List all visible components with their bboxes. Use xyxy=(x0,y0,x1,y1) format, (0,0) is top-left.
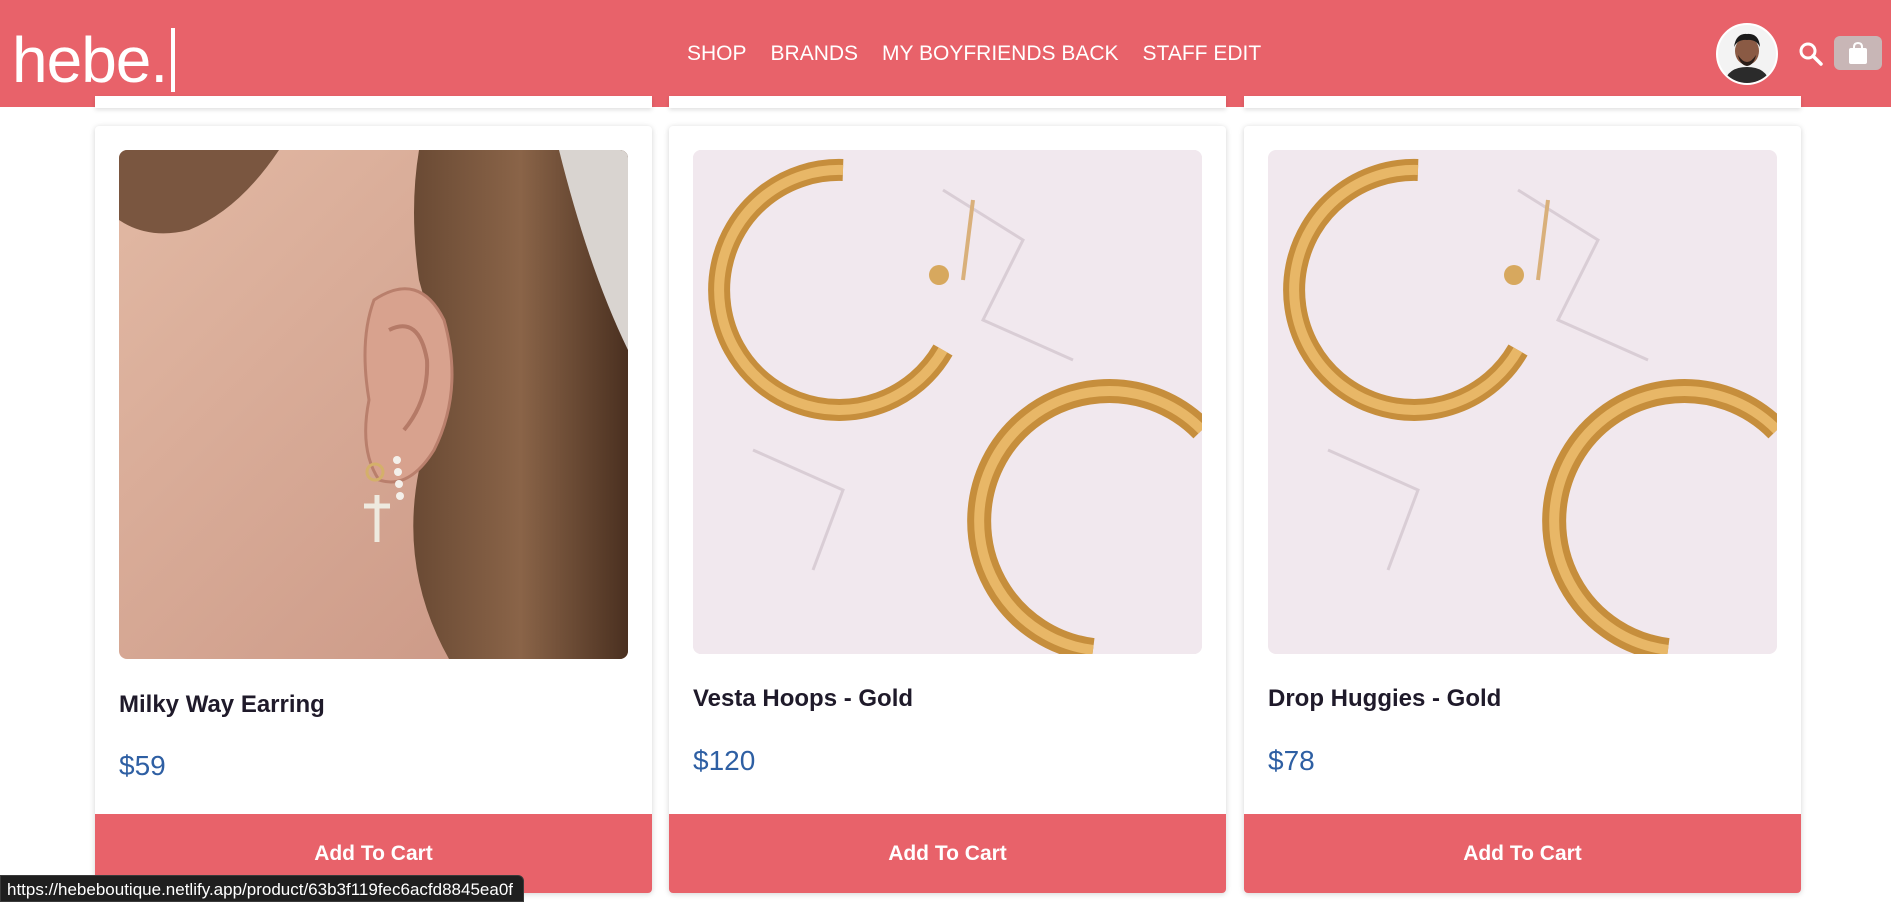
logo-caret xyxy=(171,28,176,92)
product-title[interactable]: Vesta Hoops - Gold xyxy=(693,685,913,713)
top-header: hebe. SHOP BRANDS MY BOYFRIENDS BACK STA… xyxy=(0,0,1891,107)
previous-row-card-edge xyxy=(669,96,1226,108)
shopping-bag-icon[interactable] xyxy=(1834,36,1882,70)
product-image[interactable] xyxy=(693,150,1202,654)
product-image[interactable] xyxy=(1268,150,1777,654)
product-card[interactable]: Drop Huggies - Gold $78 Add To Cart xyxy=(1244,126,1801,893)
nav-staff-edit[interactable]: STAFF EDIT xyxy=(1143,40,1262,68)
main-nav: SHOP BRANDS MY BOYFRIENDS BACK STAFF EDI… xyxy=(687,40,1285,68)
search-icon[interactable] xyxy=(1797,40,1825,68)
product-image[interactable] xyxy=(119,150,628,659)
previous-row-card-edge xyxy=(1244,96,1801,108)
previous-row-card-edge xyxy=(95,96,652,108)
product-card[interactable]: Milky Way Earring $59 Add To Cart xyxy=(95,126,652,893)
product-price: $78 xyxy=(1268,745,1315,776)
add-to-cart-button[interactable]: Add To Cart xyxy=(1244,814,1801,893)
nav-shop[interactable]: SHOP xyxy=(687,40,747,68)
logo-text: hebe. xyxy=(12,24,168,96)
product-price: $59 xyxy=(119,750,166,781)
add-to-cart-button[interactable]: Add To Cart xyxy=(669,814,1226,893)
avatar[interactable] xyxy=(1716,23,1778,85)
status-bar-url: https://hebeboutique.netlify.app/product… xyxy=(0,875,524,902)
product-title[interactable]: Milky Way Earring xyxy=(119,691,325,719)
brand-logo[interactable]: hebe. xyxy=(12,24,176,96)
product-price: $120 xyxy=(693,745,756,776)
nav-brands[interactable]: BRANDS xyxy=(771,40,859,68)
product-card[interactable]: Vesta Hoops - Gold $120 Add To Cart xyxy=(669,126,1226,893)
product-title[interactable]: Drop Huggies - Gold xyxy=(1268,685,1501,713)
nav-my-boyfriends-back[interactable]: MY BOYFRIENDS BACK xyxy=(882,40,1119,68)
